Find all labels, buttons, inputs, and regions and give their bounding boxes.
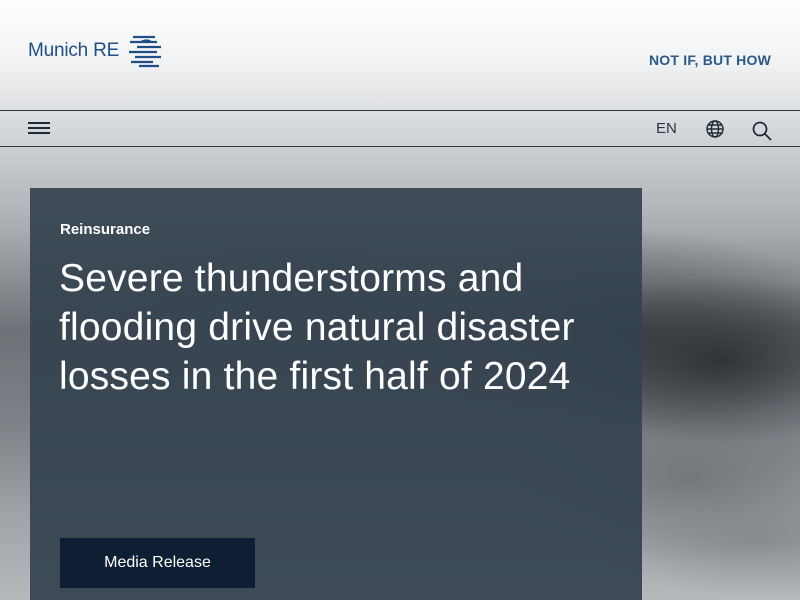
munich-re-logo[interactable]: Munich RE	[28, 34, 163, 68]
main-navbar: EN	[0, 110, 800, 147]
hamburger-menu-icon[interactable]	[28, 122, 50, 138]
globe-icon[interactable]	[705, 119, 725, 139]
logo-lines-icon	[129, 35, 162, 68]
logo-wordmark: Munich RE	[28, 40, 120, 61]
site-header: Munich RE NOT IF, BUT HOW	[0, 0, 800, 110]
category-label[interactable]: Reinsurance	[60, 221, 150, 238]
hero-card: Reinsurance Severe thunderstorms and flo…	[30, 188, 642, 600]
media-release-button[interactable]: Media Release	[60, 538, 255, 588]
language-selector[interactable]: EN	[656, 120, 677, 137]
hero-headline[interactable]: Severe thunderstorms and flooding drive …	[59, 254, 614, 401]
search-icon[interactable]	[751, 120, 773, 142]
brand-claim: NOT IF, BUT HOW	[649, 52, 771, 68]
